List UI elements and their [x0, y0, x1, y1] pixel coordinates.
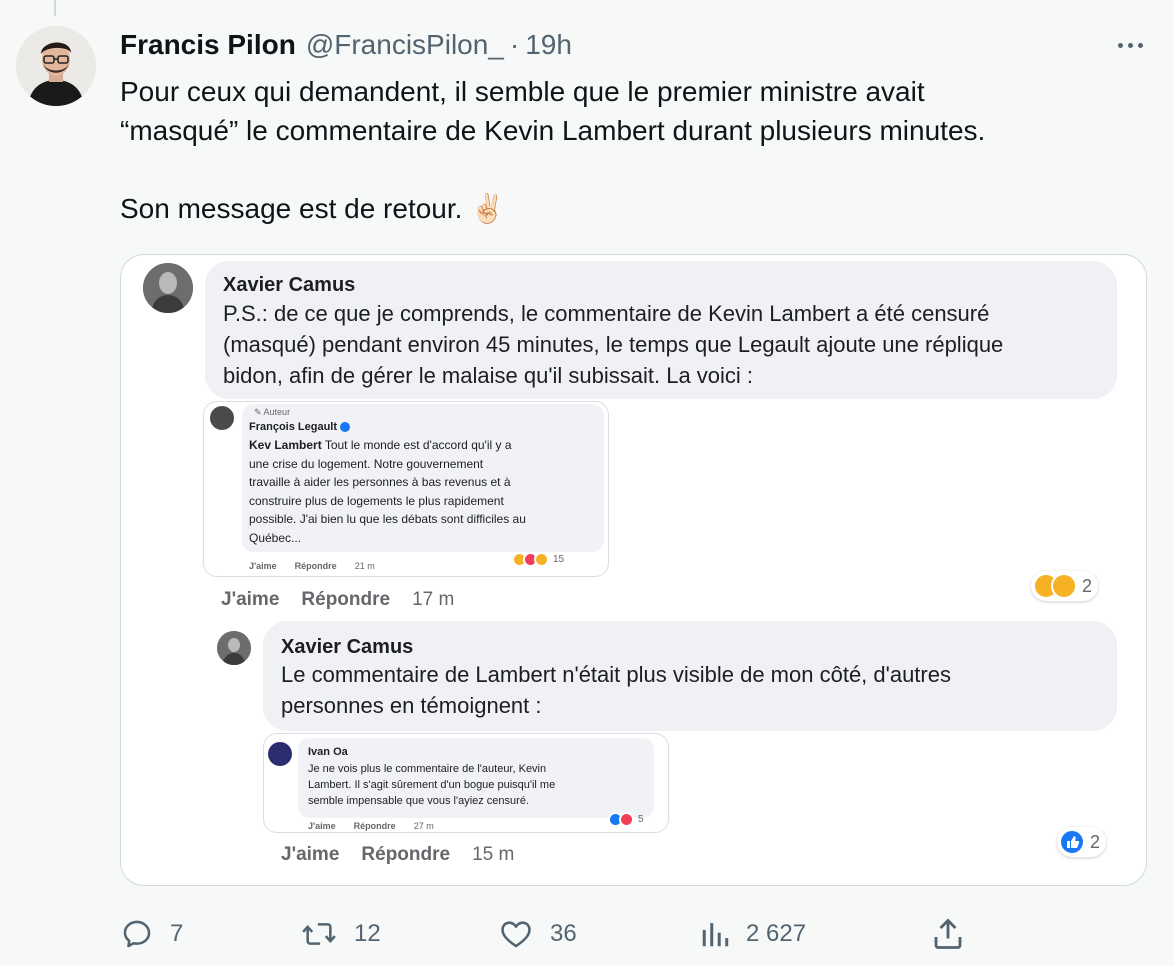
- embedded-reactions: 15: [512, 552, 564, 567]
- tweet-text: Pour ceux qui demandent, il semble que l…: [120, 72, 1140, 228]
- embedded-comment-screenshot: ✎ Auteur François Legault Kev Lambert To…: [203, 401, 609, 577]
- comment-text: P.S.: de ce que je comprends, le comment…: [223, 298, 1003, 391]
- author-label: ✎ Auteur: [254, 407, 291, 417]
- more-options-icon[interactable]: [1108, 30, 1152, 60]
- like-reaction-icon: [1059, 829, 1085, 855]
- repost-count: 12: [354, 920, 381, 947]
- comment-text-line: bidon, afin de gérer le malaise qu'il su…: [223, 363, 754, 388]
- embedded-comment-text: Kev Lambert Tout le monde est d'accord q…: [249, 438, 526, 545]
- embedded-author-name: Ivan Oa: [308, 746, 348, 758]
- legault-avatar: [210, 406, 234, 430]
- like-button[interactable]: 36: [498, 912, 577, 956]
- like-link[interactable]: J'aime: [221, 589, 279, 611]
- reply-count: 7: [170, 920, 184, 947]
- tweet-text-line: Son message est de retour. ✌🏻: [120, 193, 506, 224]
- separator-dot: ·: [509, 29, 520, 60]
- embedded-comment-screenshot: Ivan Oa Je ne vois plus le commentaire d…: [263, 733, 669, 833]
- tweet-actions-bar: 7 12 36 2 627: [0, 912, 1174, 956]
- embedded-author-name: François Legault: [249, 421, 351, 433]
- embedded-actions: J'aime Répondre 27 m: [308, 821, 434, 831]
- repost-icon: [302, 923, 336, 945]
- author-name[interactable]: Francis Pilon: [120, 29, 296, 61]
- like-count: 36: [550, 920, 577, 947]
- views-icon: [702, 923, 729, 947]
- wow-icon: [1051, 573, 1077, 599]
- reply-link[interactable]: Répondre: [361, 844, 450, 866]
- tweet-time[interactable]: 19h: [525, 29, 572, 61]
- views-count: 2 627: [746, 920, 807, 947]
- comment-text-line: P.S.: de ce que je comprends, le comment…: [223, 301, 990, 326]
- thread-line: [54, 0, 56, 16]
- comment-text: Le commentaire de Lambert n'était plus v…: [281, 659, 951, 721]
- author-avatar[interactable]: [16, 26, 96, 106]
- share-button[interactable]: [930, 912, 966, 956]
- commenter-avatar: [217, 631, 251, 665]
- comment-text-line: personnes en témoignent :: [281, 693, 542, 718]
- comment-reactions[interactable]: 2: [1031, 571, 1099, 601]
- comment-text-line: Le commentaire de Lambert n'était plus v…: [281, 662, 951, 687]
- tweet-text-line: Pour ceux qui demandent, il semble que l…: [120, 76, 925, 107]
- share-icon: [934, 918, 962, 949]
- comment-text-line: (masqué) pendant environ 45 minutes, le …: [223, 332, 1004, 357]
- reply-button[interactable]: 7: [120, 912, 183, 956]
- tweet-media-image[interactable]: Xavier Camus P.S.: de ce que je comprend…: [120, 254, 1147, 886]
- commenter-name[interactable]: Xavier Camus: [223, 274, 355, 297]
- love-icon: [619, 812, 634, 827]
- verified-badge-icon: [340, 422, 351, 433]
- comment-time: 17 m: [412, 589, 455, 610]
- comment-reactions[interactable]: 2: [1057, 827, 1107, 857]
- tweet-header: Francis Pilon @FrancisPilon_ · 19h: [120, 27, 572, 63]
- heart-icon: [501, 921, 531, 948]
- reply-link[interactable]: Répondre: [301, 589, 390, 611]
- comment-time: 15 m: [472, 844, 515, 865]
- embedded-actions: J'aime Répondre 21 m: [249, 561, 375, 571]
- author-handle[interactable]: @FrancisPilon_: [306, 29, 504, 61]
- comment-actions: J'aime Répondre 15 m: [281, 844, 514, 866]
- commenter-name[interactable]: Xavier Camus: [281, 636, 413, 659]
- ivan-avatar: [268, 742, 292, 766]
- sad-icon: [534, 552, 549, 567]
- commenter-avatar: [143, 263, 193, 313]
- like-link[interactable]: J'aime: [281, 844, 339, 866]
- reply-icon: [123, 920, 151, 948]
- views-button[interactable]: 2 627: [700, 912, 806, 956]
- embedded-reactions: 5: [608, 812, 644, 827]
- comment-actions: J'aime Répondre 17 m: [221, 589, 454, 611]
- embedded-comment-text: Je ne vois plus le commentaire de l'aute…: [308, 763, 556, 807]
- repost-button[interactable]: 12: [300, 912, 381, 956]
- avatar-portrait: [16, 26, 96, 106]
- tweet-text-line: “masqué” le commentaire de Kevin Lambert…: [120, 115, 986, 146]
